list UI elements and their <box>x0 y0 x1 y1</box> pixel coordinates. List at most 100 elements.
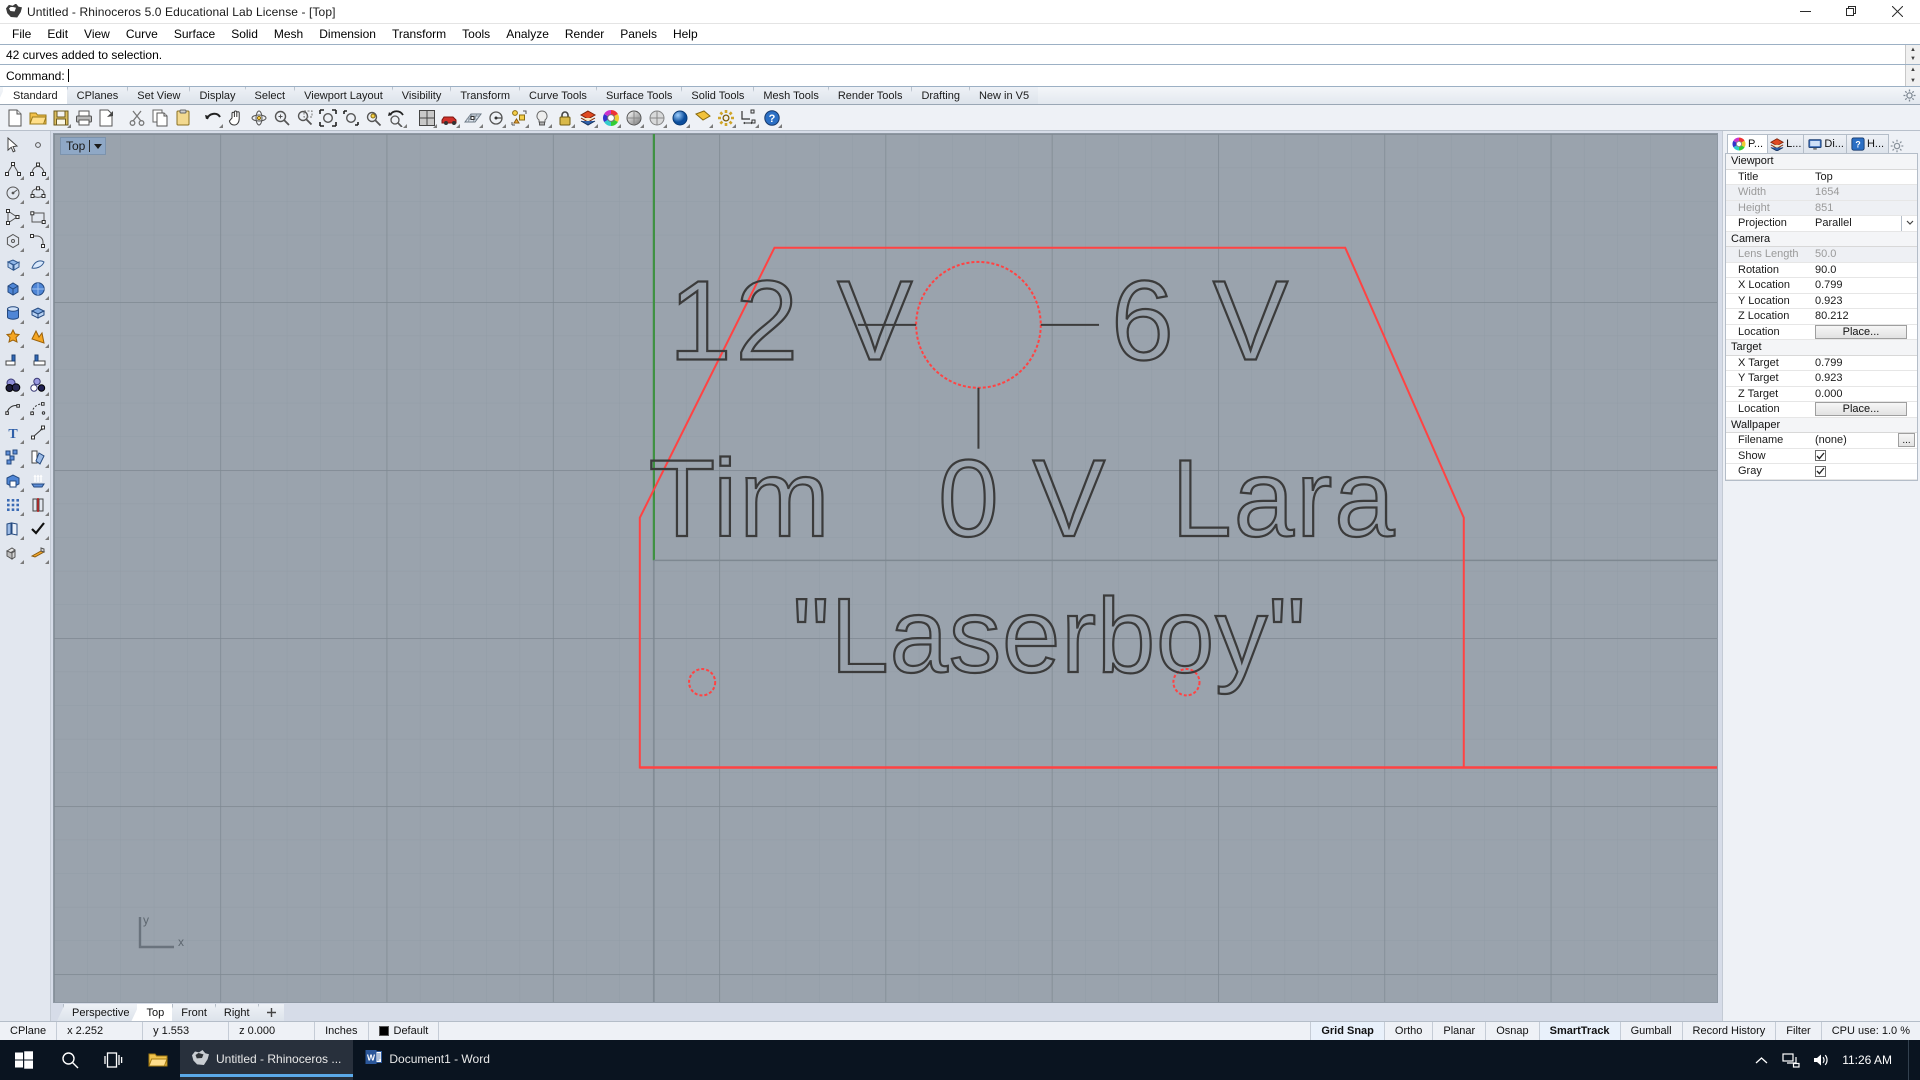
menu-render[interactable]: Render <box>557 25 612 44</box>
browse-file-button[interactable]: ... <box>1898 433 1915 448</box>
arctic-sphere-icon[interactable] <box>691 106 714 129</box>
menu-solid[interactable]: Solid <box>223 25 266 44</box>
surface-array-icon[interactable] <box>25 301 50 325</box>
zoom-dynamic-icon[interactable] <box>362 106 385 129</box>
menu-edit[interactable]: Edit <box>39 25 76 44</box>
property-row-z-target[interactable]: Z Target 0.000 <box>1726 387 1917 402</box>
status-toggle-grid-snap[interactable]: Grid Snap <box>1311 1022 1385 1040</box>
command-history-scrollbar[interactable]: ▲ ▼ <box>1905 45 1920 64</box>
property-row-title[interactable]: Title Top <box>1726 170 1917 185</box>
four-viewport-icon[interactable] <box>415 106 438 129</box>
status-toggle-smarttrack[interactable]: SmartTrack <box>1539 1022 1621 1040</box>
dimension-leader-icon[interactable] <box>25 421 50 445</box>
toolbar-tab-standard[interactable]: Standard <box>3 87 67 104</box>
ghosted-sphere-icon[interactable] <box>645 106 668 129</box>
curve-icon[interactable] <box>25 157 50 181</box>
chevron-down-icon[interactable] <box>1901 215 1917 231</box>
shaded-sphere-icon[interactable] <box>622 106 645 129</box>
taskbar-item-word[interactable]: W Document1 - Word <box>353 1040 501 1080</box>
task-view-icon[interactable] <box>92 1040 136 1080</box>
panel-tab-properties[interactable]: P... <box>1727 134 1769 153</box>
property-row-camera-location[interactable]: Location Place... <box>1726 324 1917 340</box>
menu-transform[interactable]: Transform <box>384 25 454 44</box>
status-toggle-record-history[interactable]: Record History <box>1683 1022 1777 1040</box>
save-icon[interactable] <box>49 106 72 129</box>
viewport-tab-front[interactable]: Front <box>172 1004 215 1021</box>
chevron-down-icon[interactable] <box>94 143 103 149</box>
menu-analyze[interactable]: Analyze <box>498 25 557 44</box>
scroll-up-icon[interactable]: ▲ <box>1906 45 1920 55</box>
surface-from-points-icon[interactable] <box>0 253 25 277</box>
property-value[interactable]: Top <box>1810 171 1917 183</box>
property-row-z-location[interactable]: Z Location 80.212 <box>1726 309 1917 325</box>
gray-wallpaper-checkbox[interactable] <box>1815 465 1826 477</box>
grid-snap-icon[interactable] <box>461 106 484 129</box>
show-desktop-button[interactable] <box>1908 1040 1916 1080</box>
rotate-view-icon[interactable] <box>247 106 270 129</box>
pan-hand-icon[interactable] <box>224 106 247 129</box>
light-bulb-icon[interactable] <box>530 106 553 129</box>
color-wheel-icon[interactable] <box>599 106 622 129</box>
zoom-window-icon[interactable] <box>293 106 316 129</box>
surface-sweep-icon[interactable] <box>25 253 50 277</box>
copy-icon[interactable] <box>148 106 171 129</box>
page-layout-icon[interactable] <box>0 517 25 541</box>
fillet-curve-icon[interactable] <box>25 229 50 253</box>
scroll-down-icon[interactable]: ▼ <box>1906 55 1920 65</box>
show-wallpaper-checkbox[interactable] <box>1815 450 1826 462</box>
polygon-icon[interactable] <box>0 229 25 253</box>
property-row-gray[interactable]: Gray <box>1726 464 1917 480</box>
paste-icon[interactable] <box>171 106 194 129</box>
toolbar-tab-render-tools[interactable]: Render Tools <box>827 87 912 104</box>
property-row-x-location[interactable]: X Location 0.799 <box>1726 278 1917 294</box>
split-icon[interactable] <box>0 349 25 373</box>
command-line-scrollbar[interactable]: ▲ ▼ <box>1905 65 1920 86</box>
extrude-surface-icon[interactable] <box>25 469 50 493</box>
boolean-union-icon[interactable] <box>0 325 25 349</box>
add-viewport-tab-button[interactable] <box>257 1004 284 1021</box>
rendered-sphere-icon[interactable] <box>668 106 691 129</box>
circle-icon[interactable] <box>0 181 25 205</box>
menu-curve[interactable]: Curve <box>118 25 166 44</box>
boolean-spheres-icon[interactable] <box>0 373 25 397</box>
panel-tab-display[interactable]: Di... <box>1803 134 1849 153</box>
property-value[interactable]: 0.799 <box>1810 357 1917 369</box>
zoom-selected-icon[interactable] <box>339 106 362 129</box>
open-folder-icon[interactable] <box>26 106 49 129</box>
file-explorer-icon[interactable] <box>136 1040 180 1080</box>
target-place-button[interactable]: Place... <box>1815 402 1907 417</box>
toolbar-tab-drafting[interactable]: Drafting <box>911 87 969 104</box>
mirror-icon[interactable] <box>25 493 50 517</box>
property-row-x-target[interactable]: X Target 0.799 <box>1726 356 1917 371</box>
new-file-icon[interactable] <box>3 106 26 129</box>
toolbar-tab-curve-tools[interactable]: Curve Tools <box>519 87 596 104</box>
menu-file[interactable]: File <box>4 25 39 44</box>
menu-surface[interactable]: Surface <box>166 25 223 44</box>
scroll-up-icon[interactable]: ▲ <box>1906 65 1920 76</box>
text-tool-icon[interactable]: T <box>0 421 25 445</box>
extrude-icon[interactable] <box>0 469 25 493</box>
property-value[interactable]: 0.799 <box>1810 279 1917 291</box>
taskbar-item-rhinoceros[interactable]: Untitled - Rhinoceros ... <box>180 1040 354 1080</box>
dimension-icon[interactable] <box>737 106 760 129</box>
select-arrow-icon[interactable] <box>0 133 25 157</box>
array-icon[interactable] <box>0 493 25 517</box>
property-row-target-location[interactable]: Location Place... <box>1726 402 1917 418</box>
status-toggle-gumball[interactable]: Gumball <box>1621 1022 1683 1040</box>
command-line[interactable]: Command: ▲ ▼ <box>0 65 1920 87</box>
layout-icon[interactable] <box>507 106 530 129</box>
property-row-show[interactable]: Show <box>1726 449 1917 464</box>
rectangle-icon[interactable] <box>25 205 50 229</box>
check-mark-icon[interactable] <box>25 517 50 541</box>
status-units[interactable]: Inches <box>315 1022 369 1040</box>
zoom-previous-icon[interactable] <box>385 106 408 129</box>
toolbar-tab-solid-tools[interactable]: Solid Tools <box>681 87 754 104</box>
close-button[interactable] <box>1874 0 1920 24</box>
menu-dimension[interactable]: Dimension <box>311 25 384 44</box>
panel-tab-layers[interactable]: L... <box>1765 134 1807 153</box>
cut-scissors-icon[interactable] <box>125 106 148 129</box>
viewport-top[interactable]: 12 V 6 V Tim 0 V Lara "Laserboy" Top y x <box>53 133 1718 1003</box>
render-flag-icon[interactable] <box>25 541 50 565</box>
property-value[interactable]: 80.212 <box>1810 310 1917 322</box>
toolbar-tab-new-in-v5[interactable]: New in V5 <box>968 87 1039 104</box>
